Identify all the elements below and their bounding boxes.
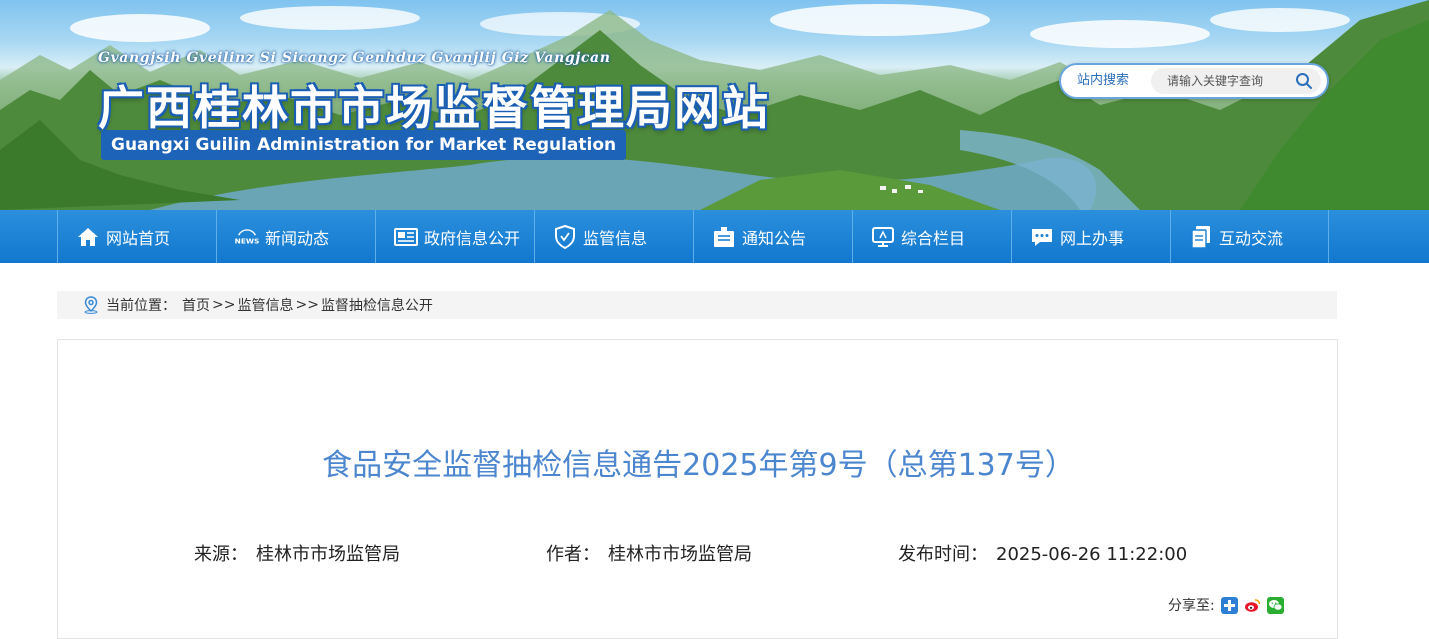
site-name-english: Guangxi Guilin Administration for Market…: [101, 130, 627, 160]
site-name-zhuang: Gvangjsih Gveilinz Si Sicangz Genhduz Gv…: [98, 50, 611, 66]
article-author: 作者： 桂林市市场监管局: [546, 540, 752, 566]
svg-text:NEWS: NEWS: [235, 236, 259, 245]
nav-item-interaction[interactable]: 互动交流: [1170, 210, 1329, 263]
article-publish-time: 发布时间： 2025-06-26 11:22:00: [898, 540, 1187, 566]
breadcrumb-prefix: 当前位置：: [106, 298, 176, 314]
shield-icon: [553, 224, 577, 249]
time-value: 2025-06-26 11:22:00: [996, 544, 1188, 565]
monitor-icon: [871, 225, 895, 249]
nav-item-online-service[interactable]: 网上办事: [1011, 210, 1170, 263]
breadcrumb: 当前位置： 首页 >> 监管信息 >> 监督抽检信息公开: [57, 291, 1337, 319]
search-box: 站内搜索: [1059, 63, 1329, 99]
nav-item-home[interactable]: 网站首页: [57, 210, 216, 263]
nav-label: 网上办事: [1060, 228, 1125, 248]
nav-item-news[interactable]: NEWS 新闻动态: [216, 210, 375, 263]
nav-item-regulation[interactable]: 监管信息: [534, 210, 693, 263]
documents-icon: [1189, 225, 1213, 249]
main-nav: 网站首页 NEWS 新闻动态 政府信息公开 监管信息 通知公告 综合栏目 网上办…: [0, 210, 1429, 263]
author-value: 桂林市市场监管局: [608, 544, 752, 565]
nav-item-notice[interactable]: 通知公告: [693, 210, 852, 263]
source-label: 来源：: [194, 544, 248, 565]
nav-item-comprehensive[interactable]: 综合栏目: [852, 210, 1011, 263]
nav-item-gov-info[interactable]: 政府信息公开: [375, 210, 534, 263]
breadcrumb-home[interactable]: 首页: [182, 295, 210, 315]
wechat-icon[interactable]: [1266, 596, 1284, 614]
nav-label: 监管信息: [583, 228, 648, 248]
breadcrumb-separator: >>: [212, 297, 236, 313]
share-label: 分享至:: [1168, 598, 1215, 614]
nav-label: 政府信息公开: [424, 228, 521, 248]
article-source: 来源： 桂林市市场监管局: [194, 540, 400, 566]
weibo-icon[interactable]: [1243, 596, 1261, 614]
share-bar: 分享至:: [1168, 595, 1284, 615]
breadcrumb-separator: >>: [295, 297, 319, 313]
news-icon: NEWS: [235, 225, 259, 249]
chat-icon: [1030, 225, 1054, 249]
article-title: 食品安全监督抽检信息通告2025年第9号（总第137号）: [322, 448, 1075, 483]
time-label: 发布时间：: [898, 544, 988, 565]
nav-label: 互动交流: [1219, 228, 1284, 248]
nav-label: 网站首页: [106, 228, 171, 248]
qzone-icon[interactable]: [1220, 596, 1238, 614]
nav-label: 通知公告: [742, 228, 807, 248]
author-label: 作者：: [546, 544, 600, 565]
search-label: 站内搜索: [1077, 73, 1130, 88]
article-card: 食品安全监督抽检信息通告2025年第9号（总第137号） 来源： 桂林市市场监管局…: [57, 339, 1338, 639]
search-icon[interactable]: [1295, 72, 1313, 90]
site-banner: Gvangjsih Gveilinz Si Sicangz Genhduz Gv…: [0, 0, 1429, 210]
site-title: 广西桂林市市场监督管理局网站: [98, 81, 770, 135]
source-value: 桂林市市场监管局: [256, 544, 400, 565]
newspaper-icon: [394, 225, 418, 249]
breadcrumb-regulation[interactable]: 监管信息: [237, 295, 293, 315]
home-icon: [76, 225, 100, 249]
location-pin-icon: [84, 296, 98, 314]
nav-label: 综合栏目: [901, 228, 966, 248]
notice-icon: [712, 225, 736, 249]
breadcrumb-current[interactable]: 监督抽检信息公开: [321, 295, 433, 315]
nav-label: 新闻动态: [265, 228, 330, 248]
